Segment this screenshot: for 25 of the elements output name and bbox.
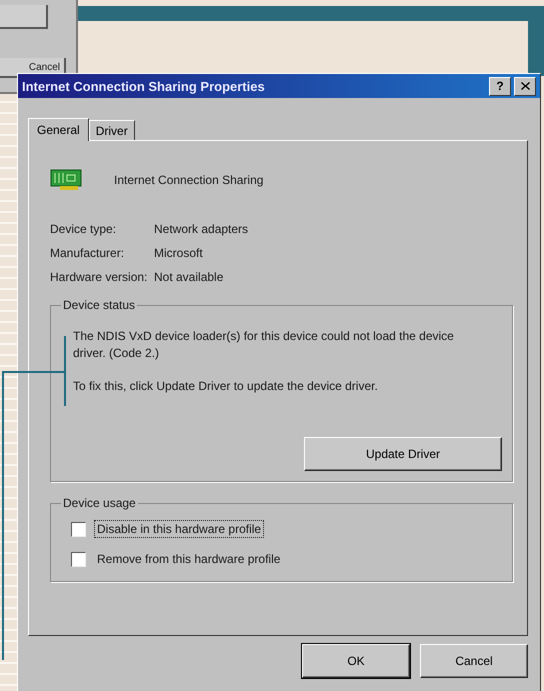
network-card-icon	[50, 167, 84, 193]
dialog-button[interactable]: Cancel	[420, 644, 528, 678]
property-value: Network adapters	[154, 222, 250, 236]
property-value: Microsoft	[154, 246, 204, 260]
checkbox[interactable]	[71, 522, 86, 536]
property-value: Not available	[154, 270, 224, 284]
property-label: Hardware version:	[50, 270, 148, 284]
device-name: Internet Connection Sharing	[114, 173, 264, 187]
close-icon	[520, 82, 530, 90]
tab[interactable]: General	[28, 118, 89, 141]
window-title: Internet Connection Sharing Properties	[22, 78, 266, 94]
update-driver-button[interactable]: Update Driver	[304, 437, 502, 471]
close-button[interactable]	[514, 76, 536, 96]
status-message: The NDIS VxD device loader(s) for this device could not load the device driver. (Code 2.)	[73, 328, 455, 362]
property-label: Device type:	[50, 222, 118, 236]
checkbox-label[interactable]: Disable in this hardware profile	[94, 520, 264, 538]
help-button[interactable]: ?	[489, 76, 511, 96]
checkbox[interactable]	[71, 552, 86, 566]
group-title: Device status	[62, 298, 136, 312]
property-label: Manufacturer:	[50, 246, 126, 260]
dialog-button[interactable]: OK	[302, 644, 410, 678]
group-title: Device usage	[62, 496, 137, 510]
status-message: To fix this, click Update Driver to update the device driver.	[73, 378, 379, 395]
checkbox-label[interactable]: Remove from this hardware profile	[94, 550, 284, 568]
tab[interactable]: Driver	[88, 120, 135, 140]
